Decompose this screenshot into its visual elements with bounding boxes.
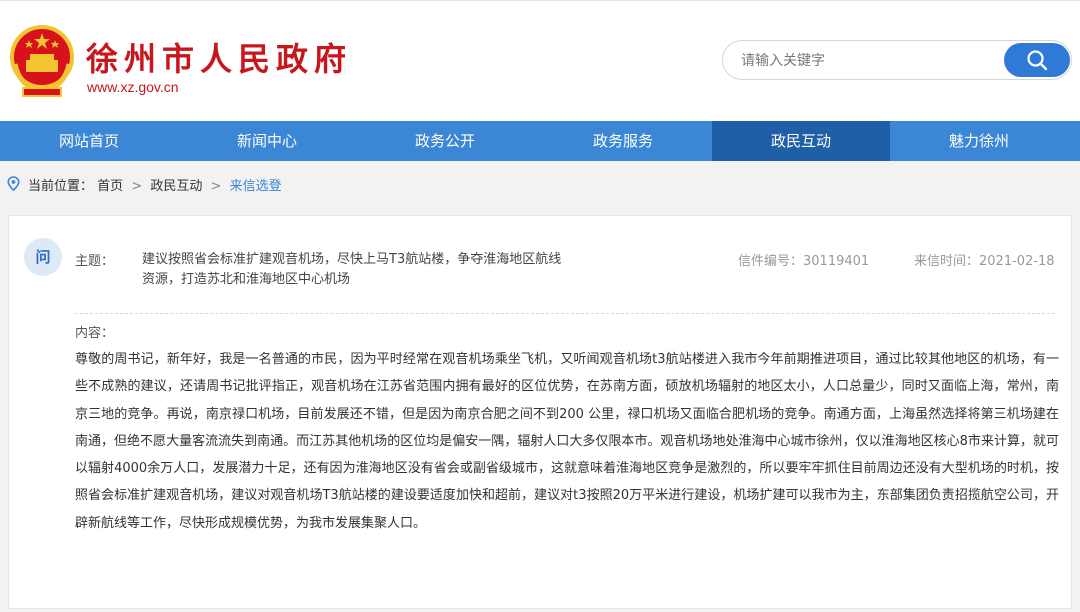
- nav-item-gov-affairs[interactable]: 政务公开: [356, 121, 534, 161]
- site-url[interactable]: www.xz.gov.cn: [87, 79, 179, 95]
- breadcrumb-home[interactable]: 首页: [97, 179, 123, 194]
- nav-item-charm-xuzhou[interactable]: 魅力徐州: [890, 121, 1068, 161]
- letter-subject: 建议按照省会标准扩建观音机场，尽快上马T3航站楼，争夺淮海地区航线资源，打造苏北…: [142, 252, 562, 287]
- breadcrumb-separator: >: [131, 179, 143, 194]
- location-pin-icon: [7, 176, 20, 191]
- breadcrumb: 当前位置： 首页 > 政民互动 > 来信选登: [0, 161, 1080, 205]
- top-border: [0, 0, 1080, 1]
- letter-content: 尊敬的周书记，新年好，我是一名普通的市民，因为平时经常在观音机场乘坐飞机，又听闻…: [75, 352, 1059, 531]
- national-emblem-icon[interactable]: [9, 24, 75, 98]
- site-title[interactable]: 徐州市人民政府: [86, 34, 352, 80]
- content-label: 内容：: [75, 326, 115, 341]
- subject-label: 主题：: [75, 254, 115, 269]
- nav-item-gov-services[interactable]: 政务服务: [534, 121, 712, 161]
- search-icon: [1027, 50, 1048, 71]
- breadcrumb-interaction[interactable]: 政民互动: [150, 179, 202, 194]
- dashed-divider: [75, 313, 1055, 314]
- nav-item-interaction[interactable]: 政民互动: [712, 121, 890, 161]
- search-box: [722, 40, 1072, 80]
- breadcrumb-separator: >: [210, 179, 222, 194]
- search-input[interactable]: [739, 50, 993, 72]
- letter-number: 信件编号：30119401: [738, 254, 870, 269]
- nav-item-news[interactable]: 新闻中心: [178, 121, 356, 161]
- letter-date: 来信时间：2021-02-18: [914, 254, 1055, 269]
- main-nav: 网站首页 新闻中心 政务公开 政务服务 政民互动 魅力徐州: [0, 121, 1080, 161]
- question-badge: 问: [24, 238, 62, 276]
- breadcrumb-current[interactable]: 来信选登: [230, 179, 282, 194]
- letter-card: 问 主题： 建议按照省会标准扩建观音机场，尽快上马T3航站楼，争夺淮海地区航线资…: [8, 215, 1072, 609]
- search-button[interactable]: [1004, 43, 1070, 77]
- nav-item-home[interactable]: 网站首页: [0, 121, 178, 161]
- site-header: 徐州市人民政府 www.xz.gov.cn: [0, 0, 1080, 121]
- breadcrumb-prefix: 当前位置：: [28, 179, 94, 194]
